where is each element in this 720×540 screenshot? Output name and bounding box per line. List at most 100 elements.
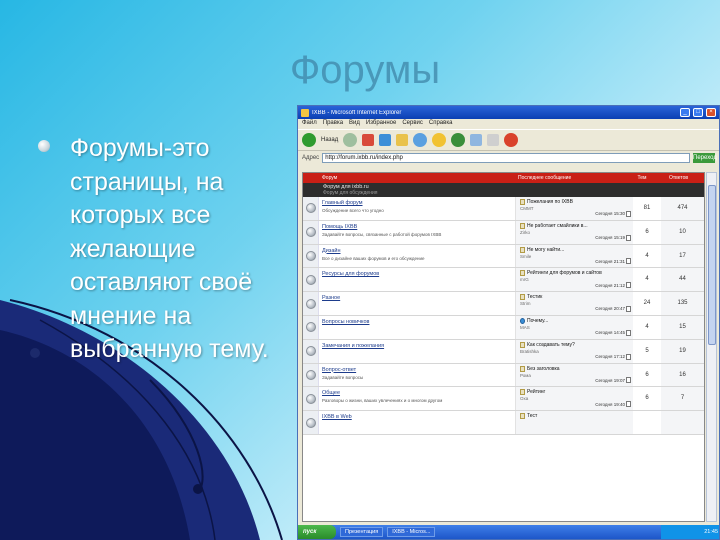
forum-title-link[interactable]: Вопросы новичков xyxy=(322,319,512,325)
topics-count: 6 xyxy=(645,371,649,378)
stop-icon[interactable] xyxy=(362,134,375,146)
forum-title-link[interactable]: Дизайн xyxy=(322,248,512,254)
last-post-title[interactable]: Тест xyxy=(520,413,631,420)
last-post-title-text[interactable]: Без заголовка xyxy=(527,366,560,372)
jump-to-post-icon[interactable] xyxy=(626,401,631,408)
start-button[interactable]: пуск xyxy=(298,525,336,539)
last-post-title-text[interactable]: Тестик xyxy=(527,294,542,300)
last-post-title-text[interactable]: Тест xyxy=(527,413,537,419)
forum-status-cell xyxy=(303,315,319,339)
minimize-button[interactable]: _ xyxy=(680,108,690,117)
taskbar-item-presentation[interactable]: Презентация xyxy=(340,527,384,537)
browser-toolbar: Назад xyxy=(298,129,719,151)
topics-count: 81 xyxy=(643,205,651,211)
header-forum: Форум xyxy=(322,175,338,181)
close-button[interactable]: × xyxy=(706,108,716,117)
last-post-title[interactable]: Рейтинг xyxy=(520,389,631,396)
forum-title-link[interactable]: Разное xyxy=(322,295,512,301)
posts-count: 15 xyxy=(661,315,704,339)
forum-title-link[interactable]: Замечания и пожелания xyxy=(322,343,512,349)
last-post-title-text[interactable]: Почему... xyxy=(527,318,548,324)
post-icon xyxy=(520,413,525,420)
forum-info: Вопрос-ответ Задавайте вопросы xyxy=(319,364,515,387)
jump-to-post-icon[interactable] xyxy=(626,234,631,241)
last-post-title-text[interactable]: Пожелания по IXBB xyxy=(527,199,573,205)
post-icon xyxy=(520,389,525,396)
back-button-label[interactable]: Назад xyxy=(321,137,338,143)
jump-to-post-icon[interactable] xyxy=(626,210,631,217)
slide-title: Форумы xyxy=(289,48,441,92)
post-icon xyxy=(520,222,525,229)
last-post-title[interactable]: Не работает cмайлики в... xyxy=(520,222,631,229)
last-post-date: Сегодня 20:47 xyxy=(595,305,631,312)
last-post-title[interactable]: Без заголовка xyxy=(520,365,631,372)
menu-file[interactable]: Файл xyxy=(302,120,317,128)
go-button[interactable]: Переход xyxy=(693,153,717,163)
last-post-date-text: Сегодня 15:30 xyxy=(595,211,625,217)
forum-description: Задавайте вопросы xyxy=(322,374,364,380)
post-icon xyxy=(520,246,525,253)
refresh-icon[interactable] xyxy=(379,134,392,146)
last-post-title-text[interactable]: Не могу найти... xyxy=(527,247,564,253)
forum-table-header: Форум Последнее сообщение Тем Ответов xyxy=(303,173,704,183)
menu-help[interactable]: Справка xyxy=(429,120,453,128)
forum-title-link[interactable]: Общее xyxy=(322,390,512,396)
jump-to-post-icon[interactable] xyxy=(626,258,631,265)
last-post-title[interactable]: Как создавать тему? xyxy=(520,341,631,348)
last-post-title[interactable]: Тестик xyxy=(520,294,631,301)
back-arrow-icon[interactable] xyxy=(302,133,316,147)
last-post-date: Сегодня 17:12 xyxy=(595,353,631,360)
forum-info: Вопросы новичков xyxy=(319,316,515,339)
forum-title-link[interactable]: Главный форум xyxy=(322,200,512,206)
mail-icon[interactable] xyxy=(470,134,483,146)
search-icon[interactable] xyxy=(413,133,428,147)
last-post-cell: Не работает cмайлики в... Zirko Сегодня 15… xyxy=(515,220,633,244)
forum-status-icon xyxy=(305,274,316,285)
forum-status-icon xyxy=(305,203,316,214)
media-icon[interactable] xyxy=(451,133,466,147)
jump-to-post-icon[interactable] xyxy=(626,377,631,384)
home-icon[interactable] xyxy=(396,134,409,146)
taskbar-item-browser[interactable]: IXBB - Micros... xyxy=(387,527,436,537)
forum-title-link[interactable]: Ресурсы для форумов xyxy=(322,271,512,277)
menu-tools[interactable]: Сервис xyxy=(402,120,423,128)
address-input[interactable]: http://forum.ixbb.ru/index.php xyxy=(322,153,690,163)
jump-to-post-icon[interactable] xyxy=(626,282,631,289)
category-row[interactable]: Форум для ixbb.ru Форум для обсуждения xyxy=(303,183,704,197)
maximize-button[interactable]: □ xyxy=(693,108,703,117)
forum-title-link[interactable]: IXBB в Web xyxy=(322,414,512,420)
last-post-title-text[interactable]: Как создавать тему? xyxy=(527,342,575,348)
messenger-icon[interactable] xyxy=(504,133,519,147)
forum-status-cell xyxy=(303,292,319,315)
forward-arrow-icon[interactable] xyxy=(343,133,358,147)
favorites-star-icon[interactable] xyxy=(432,133,447,147)
menu-favorites[interactable]: Избранное xyxy=(366,120,396,128)
scrollbar-thumb[interactable] xyxy=(708,185,716,345)
last-post-cell: Почему... MAS Сегодня 14:45 xyxy=(515,315,633,339)
jump-to-post-icon[interactable] xyxy=(626,353,631,360)
last-post-title[interactable]: Не могу найти... xyxy=(520,246,631,253)
last-post-title-text[interactable]: Рейтинг xyxy=(527,389,545,395)
last-post-title[interactable]: Почему... xyxy=(520,317,631,324)
header-posts: Ответов xyxy=(668,175,689,181)
posts-count: 17 xyxy=(661,244,704,268)
topics-count: 6 xyxy=(645,395,649,402)
last-post-title-text[interactable]: Рейтинги для форумов и сайтов xyxy=(527,270,602,276)
last-post-title[interactable]: Рейтинги для форумов и сайтов xyxy=(520,270,631,277)
forum-title-link[interactable]: Помощь IXBB xyxy=(322,224,512,230)
post-icon xyxy=(520,341,525,348)
topics-count: 4 xyxy=(645,252,649,259)
menu-edit[interactable]: Правка xyxy=(323,120,343,128)
forum-description: Все о дизайне ваших форумов и его обсужд… xyxy=(322,255,425,261)
browser-screenshot: IXBB - Microsoft Internet Explorer _ □ ×… xyxy=(297,105,720,540)
last-post-title[interactable]: Пожелания по IXBB xyxy=(520,199,631,205)
forum-title-link[interactable]: Вопрос-ответ xyxy=(322,367,512,373)
print-icon[interactable] xyxy=(487,134,500,146)
menu-view[interactable]: Вид xyxy=(349,120,360,128)
page-scrollbar[interactable] xyxy=(706,172,717,522)
arc-dot xyxy=(193,484,203,494)
jump-to-post-icon[interactable] xyxy=(626,329,631,336)
last-post-title-text[interactable]: Не работает cмайлики в... xyxy=(527,223,588,229)
address-label: Адрес xyxy=(302,155,320,161)
jump-to-post-icon[interactable] xyxy=(626,305,631,312)
